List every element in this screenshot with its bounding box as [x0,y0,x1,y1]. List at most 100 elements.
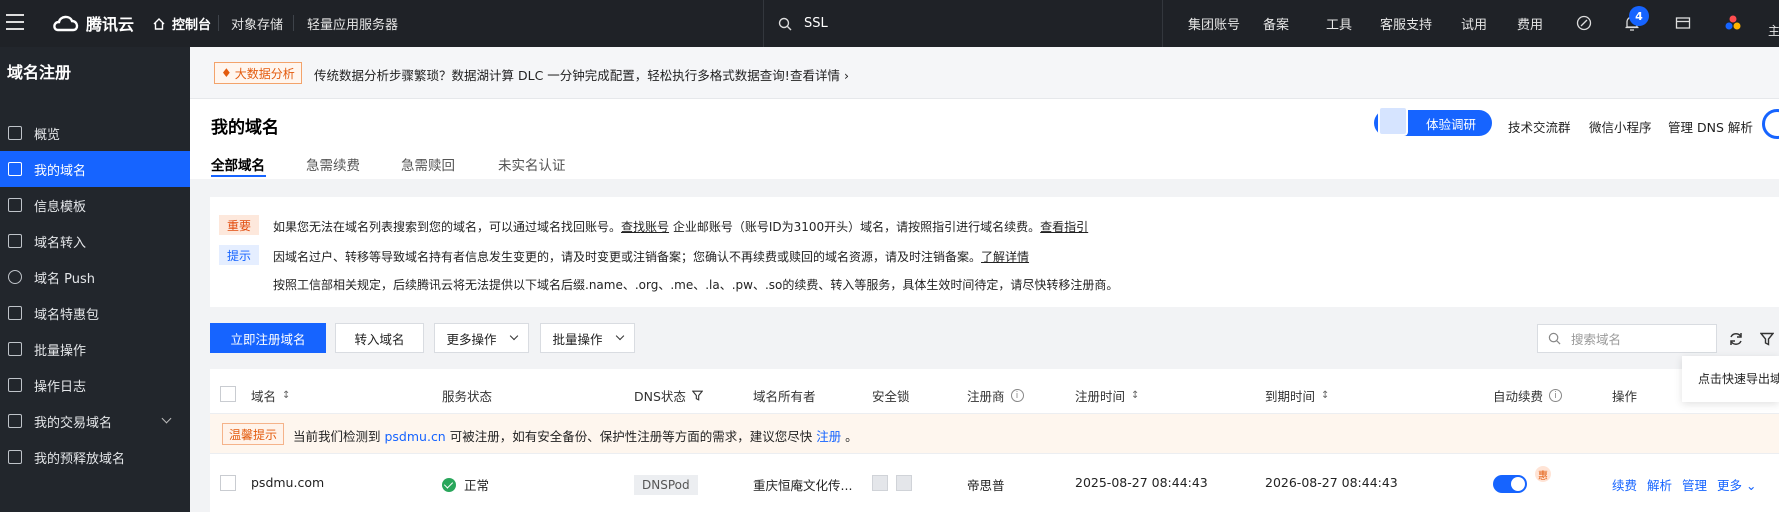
sidebar-item-templates[interactable]: 信息模板 [0,187,190,223]
learn-more-link[interactable]: 了解详情 [981,250,1029,264]
dns-manage-link[interactable]: 管理 DNS 解析 [1668,117,1753,136]
sidebar-item-push[interactable]: 域名 Push [0,259,190,295]
domain-name-link[interactable]: psdmu.com [251,475,324,490]
product-logo-icon[interactable] [1724,14,1742,32]
info-icon[interactable]: i [1010,389,1024,402]
filter-icon[interactable] [1760,332,1774,346]
divider [218,15,219,31]
sidebar-item-my-domains[interactable]: 我的域名 [0,151,190,187]
column-label: 安全锁 [872,389,910,404]
refresh-icon[interactable] [1728,331,1744,347]
row-checkbox[interactable] [220,475,236,491]
view-guide-link[interactable]: 查看指引 [1040,220,1088,234]
sort-icon[interactable]: ↕ [1321,390,1329,401]
notice-panel: 重要 如果您无法在域名列表搜索到您的域名，可以通过域名找回账号。查找账号 企业邮… [210,197,1779,307]
warm-tip-row: 温馨提示 当前我们检测到 psdmu.cn 可被注册，如有安全备份、保护性注册等… [210,413,1779,454]
nav-lighthouse[interactable]: 轻量应用服务器 [307,14,398,33]
more-action-label: 更多 [1717,478,1743,493]
export-tooltip: 点击快速导出域 [1682,356,1779,402]
chevron-right-icon: › [844,68,849,83]
find-account-link[interactable]: 查找账号 [621,220,669,234]
tech-group-link[interactable]: 技术交流群 [1508,117,1571,136]
resolve-action[interactable]: 解析 [1647,475,1672,494]
nav-billing[interactable]: 费用 [1517,14,1543,33]
calendar-icon [8,378,22,392]
register-now-link[interactable]: 注册 [816,429,841,444]
tab-redeem[interactable]: 急需赎回 [401,154,455,174]
column-header-exp-time[interactable]: 到期时间 ↕ [1265,386,1329,405]
console-label: 控制台 [172,18,212,33]
manage-action[interactable]: 管理 [1682,475,1707,494]
sidebar-item-trade-domains[interactable]: 我的交易域名 [0,403,190,439]
column-header-dns[interactable]: DNS状态 [634,386,703,405]
sidebar-item-prerelease[interactable]: 我的预释放域名 [0,439,190,475]
sidebar-item-label: 我的交易域名 [34,415,113,431]
sidebar-item-batch[interactable]: 批量操作 [0,331,190,367]
lock-icon[interactable] [872,475,888,491]
template-icon [8,198,22,212]
info-icon[interactable]: i [1549,389,1563,402]
sidebar-item-overview[interactable]: 概览 [0,115,190,151]
column-header-auto-renew: 自动续费 i [1493,386,1563,405]
link-icon[interactable] [1576,15,1592,31]
checkbox[interactable] [220,475,236,491]
divider [293,15,294,31]
nav-trial[interactable]: 试用 [1461,14,1487,33]
nav-cos[interactable]: 对象存储 [231,14,283,33]
column-header-status: 服务状态 [442,386,492,405]
select-all-checkbox[interactable] [220,386,236,402]
sidebar-item-transfer-in[interactable]: 域名转入 [0,223,190,259]
assistant-icon[interactable] [1762,109,1779,139]
ticket-icon[interactable] [1675,15,1691,31]
domain-search-input[interactable]: 搜索域名 [1537,324,1717,353]
auto-renew-toggle[interactable] [1493,475,1527,493]
survey-label: 体验调研 [1425,116,1476,132]
toggle-switch[interactable] [1493,475,1527,493]
nav-tools[interactable]: 工具 [1326,14,1352,33]
sort-icon[interactable]: ↕ [1131,390,1139,401]
global-search[interactable]: SSL [763,0,1163,47]
promo-tag-label: 大数据分析 [234,66,295,81]
column-header-lock: 安全锁 [872,386,910,405]
brand-logo[interactable]: 腾讯云 [52,11,134,35]
important-tag: 重要 [219,215,260,235]
nav-group-account[interactable]: 集团账号 [1188,14,1240,33]
tab-renew[interactable]: 急需续费 [306,154,360,174]
column-header-actions: 操作 [1612,386,1637,405]
fire-icon: ♦ [221,66,232,80]
checkbox[interactable] [220,386,236,402]
batch-icon [8,342,22,356]
unlock-icon[interactable] [896,475,912,491]
search-icon [1548,332,1561,345]
push-icon [8,270,22,284]
more-action[interactable]: 更多 ⌄ [1717,475,1756,494]
sidebar-item-label: 域名特惠包 [34,307,100,323]
registration-time: 2025-08-27 08:44:43 [1075,475,1208,490]
survey-icon [1378,106,1408,136]
nav-support[interactable]: 客服支持 [1380,14,1432,33]
console-link[interactable]: 控制台 [152,14,211,33]
menu-icon[interactable] [6,14,24,30]
promo-text: 传统数据分析步骤繁琐？数据湖计算 DLC 一分钟完成配置，轻松执行多格式数据查询… [314,68,790,83]
nav-beian[interactable]: 备案 [1263,14,1289,33]
column-header-reg-time[interactable]: 注册时间 ↕ [1075,386,1139,405]
tab-all-domains[interactable]: 全部域名 [211,154,265,174]
transfer-domain-button[interactable]: 转入域名 [335,323,424,353]
sort-icon[interactable]: ↕ [282,390,290,401]
column-header-domain[interactable]: 域名 ↕ [251,386,290,405]
tab-unverified[interactable]: 未实名认证 [498,154,566,174]
mini-program-link[interactable]: 微信小程序 [1589,117,1652,136]
batch-ops-dropdown[interactable]: 批量操作 [540,323,635,353]
security-lock [872,475,912,491]
renew-action[interactable]: 续费 [1612,475,1637,494]
promo-link[interactable]: 查看详情 › [790,65,849,84]
sidebar-item-logs[interactable]: 操作日志 [0,367,190,403]
filter-icon[interactable] [691,390,703,401]
more-ops-dropdown[interactable]: 更多操作 [434,323,529,353]
active-tab-indicator [211,175,266,177]
global-search-input[interactable]: SSL [804,16,828,31]
sidebar-item-packages[interactable]: 域名特惠包 [0,295,190,331]
user-avatar[interactable]: 主 [1768,22,1779,39]
column-label: 自动续费 [1493,389,1544,404]
register-domain-button[interactable]: 立即注册域名 [210,323,326,353]
